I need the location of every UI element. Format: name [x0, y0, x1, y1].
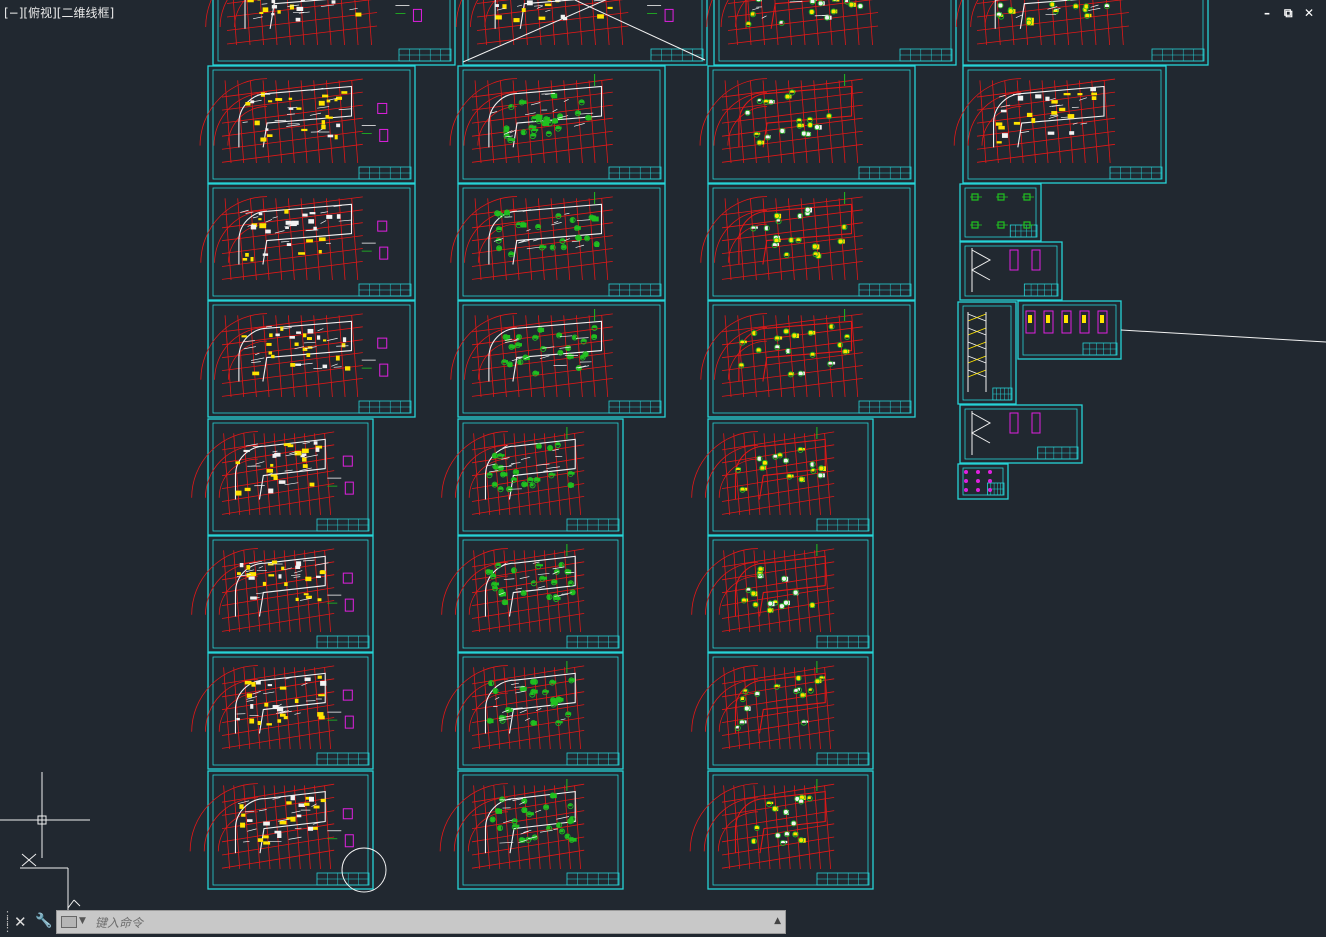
- drawing-sheet[interactable]: [959, 241, 1063, 301]
- command-line-bar: ⋮ ⋮ ⋮ ✕ 🔧 ▼ 键入命令 ▲: [0, 909, 786, 935]
- drawing-sheet[interactable]: [955, 0, 1209, 66]
- leader-line: [1120, 329, 1326, 343]
- ucs-axis-icon: [0, 772, 90, 858]
- drawing-sheet[interactable]: [953, 65, 1167, 184]
- drawing-sheet[interactable]: [441, 652, 624, 770]
- annotation-marker: [377, 102, 388, 114]
- drawing-sheet[interactable]: [450, 183, 666, 301]
- drawing-sheet[interactable]: [691, 535, 874, 653]
- close-icon[interactable]: ✕: [1304, 6, 1314, 20]
- command-placeholder: 键入命令: [95, 916, 144, 930]
- drawing-sheet[interactable]: [706, 0, 957, 66]
- selection-circle: [341, 847, 387, 893]
- minimize-icon[interactable]: –: [1264, 6, 1270, 20]
- command-close-icon[interactable]: ✕: [14, 913, 27, 931]
- annotation-marker: [342, 455, 353, 467]
- drawing-sheet[interactable]: [450, 300, 666, 418]
- drawing-sheet[interactable]: [191, 535, 374, 653]
- drawing-canvas[interactable]: [0, 0, 1326, 937]
- drawing-sheet[interactable]: [439, 770, 624, 890]
- drawing-sheet[interactable]: [700, 300, 916, 418]
- drawing-sheet[interactable]: [691, 652, 874, 770]
- command-input[interactable]: ▼ 键入命令 ▲: [56, 910, 786, 934]
- drawing-sheet[interactable]: [957, 301, 1017, 405]
- drawing-sheet[interactable]: [959, 183, 1042, 242]
- drawing-sheet[interactable]: [199, 65, 416, 184]
- chevron-up-icon[interactable]: ▲: [774, 916, 781, 926]
- drawing-sheet[interactable]: [689, 770, 874, 890]
- drawing-sheet[interactable]: [441, 535, 624, 653]
- annotation-marker: [342, 689, 353, 701]
- annotation-marker: [377, 337, 388, 349]
- annotation-marker: [342, 572, 353, 584]
- drawing-sheet[interactable]: [191, 418, 374, 536]
- drawing-sheet[interactable]: [957, 463, 1009, 500]
- drawing-sheet[interactable]: [959, 404, 1083, 464]
- drag-handle-icon[interactable]: ⋮ ⋮ ⋮: [2, 910, 13, 933]
- drawing-sheet[interactable]: [441, 418, 624, 536]
- drawing-sheet[interactable]: [455, 0, 708, 66]
- viewport-controls-label[interactable]: [−][俯视][二维线框]: [4, 4, 114, 21]
- drawing-sheet[interactable]: [1017, 300, 1122, 360]
- crosshair-cursor-icon: [20, 853, 81, 910]
- model-space-viewport[interactable]: [−][俯视][二维线框] – ⧉ ✕: [0, 0, 1326, 937]
- wrench-icon[interactable]: 🔧: [35, 913, 52, 929]
- annotation-marker: [342, 808, 353, 820]
- command-prompt-icon[interactable]: [61, 916, 77, 928]
- drawing-sheet[interactable]: [205, 0, 456, 66]
- drawing-sheet[interactable]: [699, 65, 916, 184]
- drawing-sheet[interactable]: [691, 418, 874, 536]
- annotation-marker: [377, 220, 388, 232]
- chevron-down-icon[interactable]: ▼: [79, 916, 86, 926]
- drawing-sheet[interactable]: [200, 183, 416, 301]
- drawing-sheet[interactable]: [189, 770, 374, 890]
- restore-icon[interactable]: ⧉: [1284, 6, 1293, 21]
- drawing-sheet[interactable]: [449, 65, 666, 184]
- drawing-sheet[interactable]: [700, 183, 916, 301]
- drawing-sheet[interactable]: [191, 652, 374, 770]
- drawing-sheet[interactable]: [200, 300, 416, 418]
